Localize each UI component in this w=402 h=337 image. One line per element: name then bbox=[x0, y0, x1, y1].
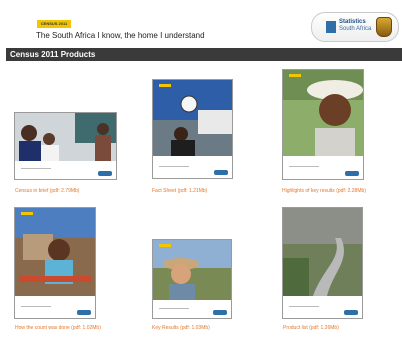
product-link[interactable]: Fact Sheet (pdf: 1.21Mb) bbox=[152, 188, 207, 194]
cover-strip bbox=[153, 156, 232, 178]
statssa-cube-icon bbox=[326, 21, 336, 33]
product-cover[interactable] bbox=[14, 112, 117, 180]
logo-line1: Statistics bbox=[339, 19, 366, 25]
product-cover[interactable] bbox=[152, 239, 232, 319]
strip-line bbox=[21, 168, 51, 169]
product-link[interactable]: Product list (pdf: 1.26Mb) bbox=[283, 325, 339, 331]
strip-logo-icon bbox=[77, 310, 91, 315]
strip-line bbox=[21, 306, 51, 307]
cover-yellow-tag bbox=[159, 84, 171, 87]
cover-yellow-tag bbox=[21, 212, 33, 215]
page-header: CENSUS 2011 The South Africa I know, the… bbox=[0, 0, 402, 46]
cover-photo-child-abacus bbox=[15, 208, 95, 296]
strip-logo-icon bbox=[344, 310, 358, 315]
tagline: The South Africa I know, the home I unde… bbox=[36, 31, 205, 40]
section-title: Census 2011 Products bbox=[10, 50, 96, 59]
strip-line bbox=[289, 306, 319, 307]
cover-yellow-tag bbox=[289, 74, 301, 77]
cover-yellow-tag bbox=[159, 244, 171, 247]
strip-line bbox=[159, 308, 189, 309]
product-link[interactable]: How the count was done (pdf: 1.02Mb) bbox=[15, 325, 101, 331]
product-cover[interactable] bbox=[282, 69, 364, 180]
statssa-logo[interactable]: Statistics South Africa bbox=[311, 12, 399, 42]
cover-photo-woman-hat bbox=[283, 70, 363, 156]
strip-line bbox=[159, 166, 189, 167]
product-link[interactable]: Census in brief (pdf: 2.79Mb) bbox=[15, 188, 79, 194]
product-cover[interactable] bbox=[14, 207, 96, 319]
strip-logo-icon bbox=[98, 171, 112, 176]
cover-strip bbox=[283, 296, 362, 318]
census-2011-badge: CENSUS 2011 bbox=[37, 20, 71, 28]
product-cover[interactable] bbox=[282, 207, 363, 319]
product-link[interactable]: Key Results (pdf: 1.03Mb) bbox=[152, 325, 210, 331]
cover-strip bbox=[15, 161, 116, 179]
strip-line bbox=[289, 166, 319, 167]
coat-of-arms-icon bbox=[376, 17, 392, 37]
strip-logo-icon bbox=[213, 310, 227, 315]
cover-strip bbox=[153, 300, 231, 318]
strip-logo-icon bbox=[214, 170, 228, 175]
product-link[interactable]: Highlights of key results (pdf: 2.28Mb) bbox=[282, 188, 366, 194]
logo-line2: South Africa bbox=[339, 26, 372, 32]
cover-strip bbox=[283, 156, 363, 179]
product-cover[interactable] bbox=[152, 79, 233, 179]
section-titlebar: Census 2011 Products bbox=[6, 48, 402, 61]
cover-photo-man-hat bbox=[153, 240, 231, 300]
cover-photo-classroom bbox=[15, 113, 116, 161]
logo-text: Statistics South Africa bbox=[339, 19, 371, 33]
cover-strip bbox=[15, 296, 95, 318]
cover-photo-football bbox=[153, 80, 232, 156]
strip-logo-icon bbox=[345, 171, 359, 176]
cover-photo-road bbox=[283, 208, 362, 296]
